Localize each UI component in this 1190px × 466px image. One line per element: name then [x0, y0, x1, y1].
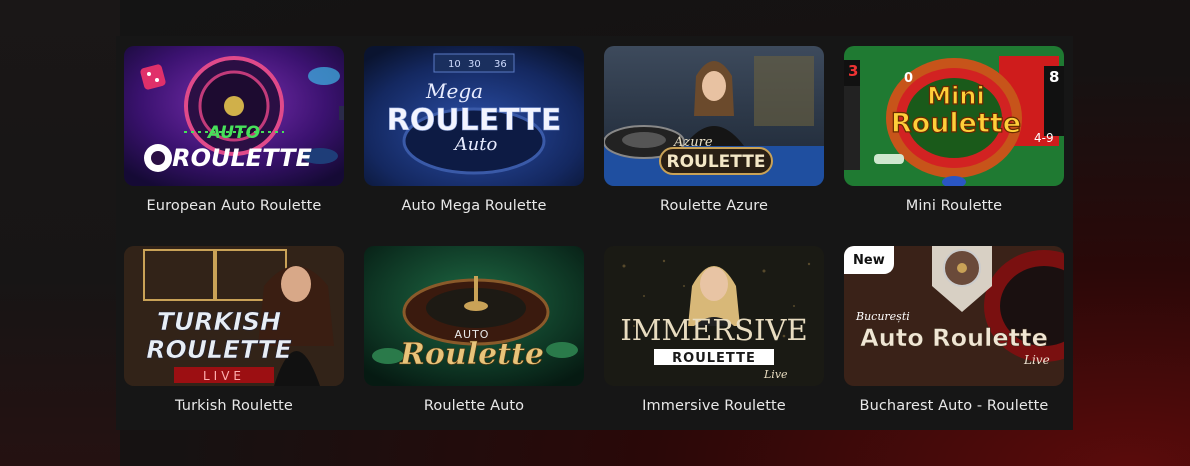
- game-title[interactable]: Bucharest Auto - Roulette: [824, 398, 1084, 414]
- game-title[interactable]: Immersive Roulette: [584, 398, 844, 414]
- svg-text:3: 3: [848, 62, 858, 80]
- game-thumbnail[interactable]: Azure ROULETTE: [604, 46, 824, 186]
- svg-text:0: 0: [904, 71, 913, 86]
- game-card-immersive-roulette[interactable]: IMMERSIVE ROULETTE Live Immersive Roulet…: [604, 246, 824, 414]
- svg-text:LIVE: LIVE: [203, 369, 245, 383]
- game-thumbnail[interactable]: 3 8 4-9 0 Mini Roulette: [844, 46, 1064, 186]
- svg-text:ROULETTE: ROULETTE: [146, 335, 292, 364]
- game-title[interactable]: European Auto Roulette: [104, 198, 364, 214]
- game-card-roulette-azure[interactable]: Azure ROULETTE Roulette Azure: [604, 46, 824, 214]
- game-thumbnail[interactable]: AUTO ROULETTE: [124, 46, 344, 186]
- game-title[interactable]: Roulette Auto: [344, 398, 604, 414]
- game-title[interactable]: Auto Mega Roulette: [344, 198, 604, 214]
- svg-text:Live: Live: [1023, 353, 1050, 367]
- game-title[interactable]: Mini Roulette: [824, 198, 1084, 214]
- svg-text:36: 36: [494, 59, 507, 70]
- svg-text:4-9: 4-9: [1034, 131, 1054, 145]
- svg-text:ROULETTE: ROULETTE: [667, 152, 766, 172]
- new-badge: New: [844, 246, 894, 274]
- svg-text:8: 8: [1049, 68, 1059, 86]
- turkish-roulette-art: TURKISH ROULETTE LIVE: [124, 246, 344, 386]
- game-thumbnail[interactable]: TURKISH ROULETTE LIVE: [124, 246, 344, 386]
- mini-roulette-art: 3 8 4-9 0 Mini Roulette: [844, 46, 1064, 186]
- game-card-roulette-auto[interactable]: AUTO Roulette Roulette Auto: [364, 246, 584, 414]
- roulette-azure-art: Azure ROULETTE: [604, 46, 824, 186]
- svg-text:Roulette: Roulette: [399, 337, 544, 372]
- svg-text:IMMERSIVE: IMMERSIVE: [620, 313, 807, 347]
- svg-text:Azure: Azure: [673, 135, 713, 150]
- game-card-bucharest-auto-roulette[interactable]: New București Auto Roulette Live Buchare…: [844, 246, 1064, 414]
- svg-text:10: 10: [448, 59, 461, 70]
- svg-text:Roulette: Roulette: [891, 108, 1021, 139]
- european-auto-roulette-art: AUTO ROULETTE: [124, 46, 344, 186]
- immersive-roulette-art: IMMERSIVE ROULETTE Live: [604, 246, 824, 386]
- game-title[interactable]: Roulette Azure: [584, 198, 844, 214]
- svg-text:Mini: Mini: [927, 82, 984, 110]
- svg-text:ROULETTE: ROULETTE: [387, 103, 562, 138]
- game-card-mini-roulette[interactable]: 3 8 4-9 0 Mini Roulette Mini Roulette: [844, 46, 1064, 214]
- svg-text:ROULETTE: ROULETTE: [672, 351, 756, 366]
- game-card-european-auto-roulette[interactable]: AUTO ROULETTE European Auto Roulette: [124, 46, 344, 214]
- background-left: [0, 0, 120, 466]
- svg-text:TURKISH: TURKISH: [157, 307, 281, 336]
- svg-text:Auto Roulette: Auto Roulette: [860, 324, 1048, 352]
- game-thumbnail[interactable]: IMMERSIVE ROULETTE Live: [604, 246, 824, 386]
- roulette-auto-art: AUTO Roulette: [364, 246, 584, 386]
- game-title[interactable]: Turkish Roulette: [104, 398, 364, 414]
- auto-mega-roulette-art: 10 30 36 Mega ROULETTE Auto: [364, 46, 584, 186]
- game-card-auto-mega-roulette[interactable]: 10 30 36 Mega ROULETTE Auto Auto Mega Ro…: [364, 46, 584, 214]
- game-thumbnail[interactable]: New București Auto Roulette Live: [844, 246, 1064, 386]
- svg-text:Live: Live: [763, 368, 788, 381]
- svg-text:Mega: Mega: [425, 79, 483, 103]
- svg-text:Auto: Auto: [453, 134, 498, 155]
- game-grid: AUTO ROULETTE European Auto Roulette 10 …: [116, 36, 1073, 430]
- game-thumbnail[interactable]: AUTO Roulette: [364, 246, 584, 386]
- svg-text:30: 30: [468, 59, 481, 70]
- svg-text:AUTO: AUTO: [206, 123, 260, 143]
- svg-text:București: București: [855, 310, 910, 323]
- game-card-turkish-roulette[interactable]: TURKISH ROULETTE LIVE Turkish Roulette: [124, 246, 344, 414]
- svg-text:ROULETTE: ROULETTE: [172, 144, 312, 172]
- game-thumbnail[interactable]: 10 30 36 Mega ROULETTE Auto: [364, 46, 584, 186]
